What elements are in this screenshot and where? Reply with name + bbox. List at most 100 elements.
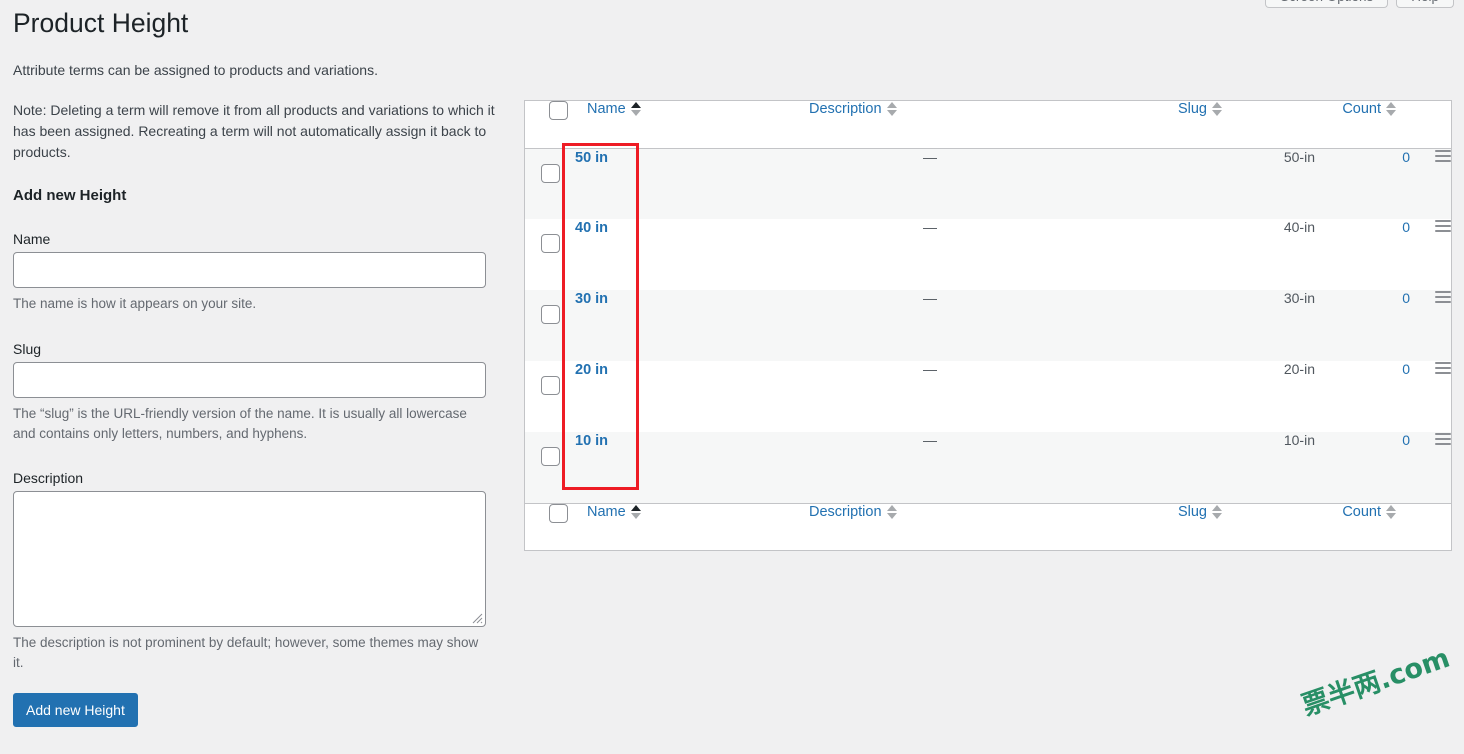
sort-descending-icon — [1212, 110, 1222, 116]
sort-by-slug-top[interactable]: Slug — [1178, 101, 1222, 117]
term-count-link[interactable]: 0 — [1402, 432, 1410, 448]
table-row: 50 in — 50-in 0 — [525, 148, 1452, 219]
row-select-cell — [525, 432, 575, 503]
row-drag-cell — [1410, 290, 1452, 361]
left-panel: Product Height Attribute terms can be as… — [13, 0, 513, 727]
sort-descending-icon — [630, 512, 641, 519]
row-slug-cell: 40-in — [1283, 219, 1315, 235]
row-name-cell: 10 in — [575, 432, 780, 503]
row-drag-cell — [1410, 219, 1452, 290]
row-count-cell: 0 — [1315, 148, 1410, 219]
term-name-link[interactable]: 40 in — [575, 220, 608, 236]
row-checkbox[interactable] — [541, 376, 560, 395]
select-all-checkbox-bottom[interactable] — [548, 503, 568, 523]
help-button[interactable]: Help — [1396, 0, 1454, 8]
row-drag-cell — [1410, 148, 1452, 219]
term-name-link[interactable]: 50 in — [575, 150, 608, 166]
sort-descending-icon — [1212, 512, 1222, 519]
intro-text: Attribute terms can be assigned to produ… — [13, 62, 378, 79]
row-description-cell: — — [923, 148, 937, 165]
footer-name-cell: Name — [575, 502, 780, 550]
row-checkbox[interactable] — [541, 447, 560, 466]
row-checkbox[interactable] — [541, 163, 560, 183]
drag-handle-icon[interactable] — [1435, 149, 1452, 162]
table-head: Name Description Slug Count — [525, 101, 1452, 149]
drag-handle-icon[interactable] — [1435, 220, 1452, 232]
row-select-cell — [525, 361, 575, 432]
term-name-link[interactable]: 20 in — [575, 362, 608, 378]
sort-ascending-icon — [630, 102, 641, 108]
row-slug-cell: 30-in — [1283, 290, 1315, 306]
term-count-link[interactable]: 0 — [1402, 290, 1410, 306]
header-description-cell: Description — [780, 101, 1080, 149]
row-select-cell — [525, 290, 575, 361]
row-checkbox[interactable] — [541, 305, 560, 324]
footer-count-label: Count — [1342, 503, 1382, 520]
sort-descending-icon — [886, 512, 897, 519]
header-slug-cell: Slug — [1080, 101, 1315, 149]
description-textarea-wrap — [13, 491, 486, 628]
description-help-text: The description is not prominent by defa… — [13, 635, 479, 671]
sort-arrows-count-bottom — [1386, 504, 1397, 519]
row-description-cell: — — [923, 361, 937, 377]
row-drag-cell — [1410, 361, 1452, 432]
slug-help-text: The “slug” is the URL-friendly version o… — [13, 405, 467, 441]
drag-handle-icon[interactable] — [1435, 362, 1452, 374]
sort-by-count-bottom[interactable]: Count — [1342, 503, 1397, 520]
drag-handle-icon[interactable] — [1435, 291, 1452, 303]
row-count-cell: 0 — [1315, 219, 1410, 290]
table-row: 10 in — 10-in 0 — [525, 432, 1452, 503]
term-count-link[interactable]: 0 — [1402, 219, 1410, 235]
term-count-link[interactable]: 0 — [1402, 149, 1410, 165]
screen-options-button[interactable]: Screen Options — [1265, 0, 1389, 8]
header-count-cell: Count — [1315, 101, 1452, 149]
name-field-label: Name — [13, 231, 51, 248]
sort-by-description-top[interactable]: Description — [809, 101, 897, 117]
screen-meta-buttons: Screen Options Help — [1265, 0, 1454, 8]
row-name-cell: 40 in — [575, 219, 780, 290]
sort-descending-icon — [1386, 512, 1397, 519]
footer-name-label: Name — [587, 503, 626, 520]
table-footer-row: Name Description Slug Count — [525, 502, 1452, 550]
select-all-checkbox-top[interactable] — [548, 101, 568, 120]
sort-by-description-bottom[interactable]: Description — [809, 504, 897, 520]
sort-ascending-icon — [1212, 504, 1222, 511]
row-name-cell: 30 in — [575, 290, 780, 361]
table-header-row: Name Description Slug Count — [525, 101, 1452, 149]
row-description-cell: — — [923, 219, 937, 235]
drag-handle-icon[interactable] — [1435, 433, 1452, 445]
table-body: 50 in —50-in 0 40 in —40-in 0 30 in —30-in 0 20 i… — [525, 148, 1452, 503]
page-root: Screen Options Help Product Height Attri… — [0, 0, 1464, 754]
sort-ascending-icon — [886, 504, 897, 511]
term-name-link[interactable]: 10 in — [575, 433, 608, 449]
header-description-label: Description — [809, 101, 882, 117]
footer-description-cell: Description — [780, 502, 1080, 550]
term-name-link[interactable]: 30 in — [575, 291, 608, 307]
row-description-cell: — — [923, 290, 937, 306]
row-checkbox[interactable] — [541, 234, 560, 253]
sort-by-slug-bottom[interactable]: Slug — [1178, 504, 1222, 520]
sort-descending-icon — [1386, 110, 1397, 116]
page-title: Product Height — [13, 8, 189, 38]
sort-ascending-icon — [1386, 504, 1397, 511]
name-input[interactable] — [13, 252, 486, 289]
name-help-text: The name is how it appears on your site. — [13, 296, 257, 312]
term-count-link[interactable]: 0 — [1402, 361, 1410, 377]
add-new-term-button[interactable]: Add new Height — [13, 692, 138, 727]
row-name-cell: 50 in — [575, 148, 780, 219]
footer-count-cell: Count — [1315, 502, 1452, 550]
sort-arrows-description-top — [886, 102, 897, 116]
sort-by-count-top[interactable]: Count — [1342, 101, 1397, 117]
sort-ascending-icon — [1386, 102, 1397, 108]
add-new-term-heading: Add new Height — [13, 187, 127, 205]
sort-by-name-bottom[interactable]: Name — [587, 504, 641, 520]
row-select-cell — [525, 219, 575, 290]
footer-description-label: Description — [809, 503, 882, 520]
slug-input[interactable] — [13, 361, 486, 398]
row-count-cell: 0 — [1315, 361, 1410, 432]
sort-arrows-name-bottom — [630, 504, 641, 519]
watermark: 票半两.com — [1298, 642, 1454, 723]
sort-by-name-top[interactable]: Name — [587, 101, 641, 117]
description-textarea[interactable] — [13, 491, 486, 628]
sort-ascending-icon — [886, 102, 897, 108]
